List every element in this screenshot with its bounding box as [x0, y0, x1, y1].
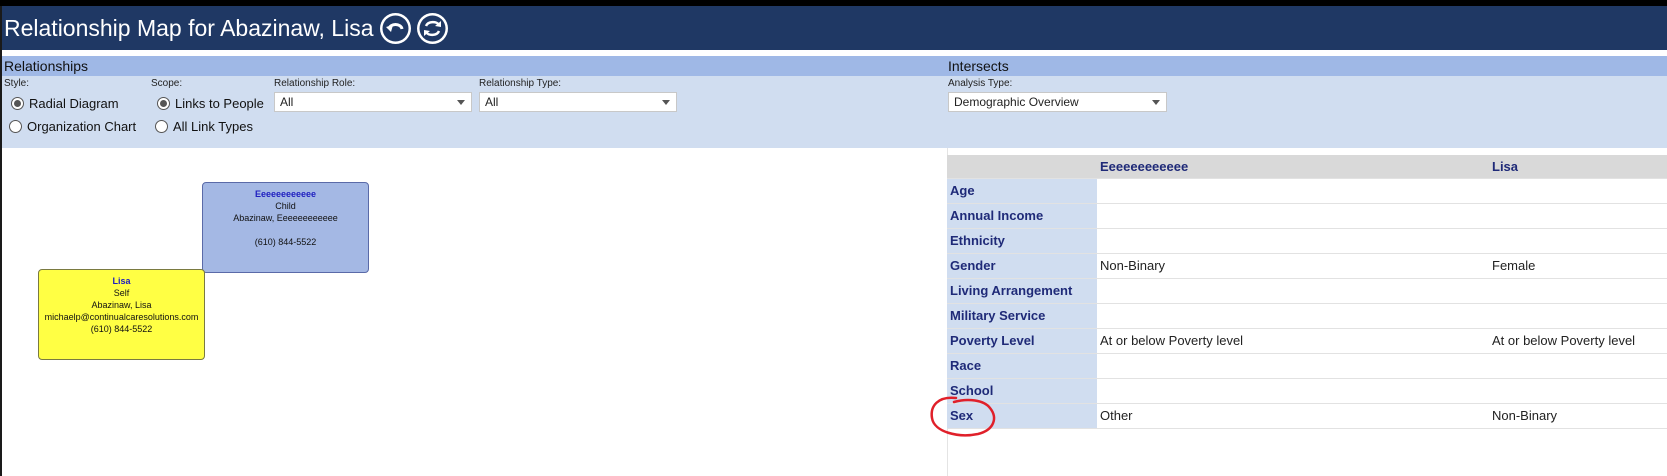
node-phone: (610) 844-5522	[90, 324, 153, 334]
radio-radial-diagram[interactable]: Radial Diagram	[11, 96, 119, 111]
node-full-name: Abazinaw, Lisa	[91, 300, 152, 310]
cell-value	[1489, 278, 1667, 304]
node-email: michaelp@continualcaresolutions.com	[44, 312, 199, 322]
cell-value: Non-Binary	[1489, 403, 1667, 429]
table-row: Living Arrangement	[947, 278, 1667, 304]
table-header-row: Eeeeeeeeeeee Lisa	[947, 155, 1667, 179]
table-row: Age	[947, 178, 1667, 204]
cell-value	[1489, 203, 1667, 229]
radio-links-to-people[interactable]: Links to People	[157, 96, 264, 111]
cell-value	[1097, 278, 1489, 304]
analysis-type-select[interactable]: Demographic Overview	[948, 92, 1167, 112]
table-row: School	[947, 378, 1667, 404]
radio-all-link-types[interactable]: All Link Types	[155, 119, 253, 134]
relationship-role-select[interactable]: All	[274, 92, 472, 112]
radio-organization-chart[interactable]: Organization Chart	[9, 119, 136, 134]
cell-value: Female	[1489, 253, 1667, 279]
analysis-type-label: Analysis Type:	[948, 78, 1013, 89]
radio-label: All Link Types	[173, 119, 253, 134]
table-row: Annual Income	[947, 203, 1667, 229]
radio-dot[interactable]	[157, 97, 170, 110]
cell-value	[1097, 378, 1489, 404]
row-label: Race	[947, 353, 1097, 379]
chevron-down-icon	[457, 100, 465, 105]
cell-value: At or below Poverty level	[1489, 328, 1667, 354]
radio-dot[interactable]	[11, 97, 24, 110]
radio-dot[interactable]	[155, 120, 168, 133]
refresh-icon[interactable]	[416, 12, 448, 44]
chevron-down-icon	[662, 100, 670, 105]
relationship-role-value: All	[280, 95, 294, 109]
cell-value: Non-Binary	[1097, 253, 1489, 279]
demographics-table: Eeeeeeeeeeee Lisa Age Annual Income Ethnic…	[947, 155, 1667, 429]
chevron-down-icon	[1152, 100, 1160, 105]
row-label: Gender	[947, 253, 1097, 279]
intersects-heading-text: Intersects	[948, 58, 1009, 74]
radio-label: Links to People	[175, 96, 264, 111]
table-row: Sex Other Non-Binary	[947, 403, 1667, 429]
radio-dot[interactable]	[9, 120, 22, 133]
relationships-heading: Relationships	[2, 56, 946, 76]
node-full-name: Abazinaw, Eeeeeeeeeeee	[233, 213, 338, 223]
node-child[interactable]: Eeeeeeeeeeee Child Abazinaw, Eeeeeeeeeee…	[202, 182, 369, 273]
style-label: Style:	[4, 78, 30, 89]
cell-value	[1489, 178, 1667, 204]
node-role: Self	[113, 288, 130, 298]
row-label: Living Arrangement	[947, 278, 1097, 304]
cell-value: At or below Poverty level	[1097, 328, 1489, 354]
row-label: Military Service	[947, 303, 1097, 329]
relationship-map-window: Relationship Map for Abazinaw, Lisa Rela…	[0, 6, 1667, 476]
row-label: Sex	[947, 403, 1097, 429]
controls-bar: Style: Radial Diagram Organization Chart…	[2, 76, 1667, 148]
cell-value	[1489, 378, 1667, 404]
row-label: School	[947, 378, 1097, 404]
radio-label: Organization Chart	[27, 119, 137, 134]
cell-value	[1097, 353, 1489, 379]
cell-value	[1489, 303, 1667, 329]
undo-icon[interactable]	[379, 12, 411, 44]
cell-value	[1097, 228, 1489, 254]
cell-value	[1489, 228, 1667, 254]
row-label: Annual Income	[947, 203, 1097, 229]
analysis-type-value: Demographic Overview	[954, 95, 1079, 109]
table-row: Poverty Level At or below Poverty level At…	[947, 328, 1667, 354]
title-bar: Relationship Map for Abazinaw, Lisa	[2, 6, 1667, 50]
cell-value	[1097, 303, 1489, 329]
row-label: Age	[947, 178, 1097, 204]
table-row: Gender Non-Binary Female	[947, 253, 1667, 279]
node-name: Eeeeeeeeeeee	[254, 189, 317, 199]
column-header: Eeeeeeeeeeee	[1097, 155, 1489, 179]
node-role: Child	[275, 201, 296, 211]
cell-value	[1489, 353, 1667, 379]
relationship-type-label: Relationship Type:	[479, 78, 562, 89]
radio-label: Radial Diagram	[29, 96, 119, 111]
scope-label: Scope:	[151, 78, 183, 89]
table-row: Race	[947, 353, 1667, 379]
cell-value	[1097, 203, 1489, 229]
cell-value	[1097, 178, 1489, 204]
row-label: Ethnicity	[947, 228, 1097, 254]
page-title: Relationship Map for Abazinaw, Lisa	[4, 14, 374, 41]
column-header: Lisa	[1489, 155, 1667, 179]
intersects-heading: Intersects	[946, 56, 1667, 76]
relationships-heading-text: Relationships	[4, 58, 89, 74]
table-row: Military Service	[947, 303, 1667, 329]
node-self[interactable]: Lisa Self Abazinaw, Lisa michaelp@contin…	[38, 269, 205, 360]
node-phone: (610) 844-5522	[254, 237, 317, 247]
cell-value: Other	[1097, 403, 1489, 429]
table-row: Ethnicity	[947, 228, 1667, 254]
row-label: Poverty Level	[947, 328, 1097, 354]
node-name: Lisa	[112, 276, 131, 286]
relationship-role-label: Relationship Role:	[274, 78, 356, 89]
column-header	[947, 155, 1097, 179]
relationship-type-select[interactable]: All	[479, 92, 677, 112]
relationship-type-value: All	[485, 95, 499, 109]
